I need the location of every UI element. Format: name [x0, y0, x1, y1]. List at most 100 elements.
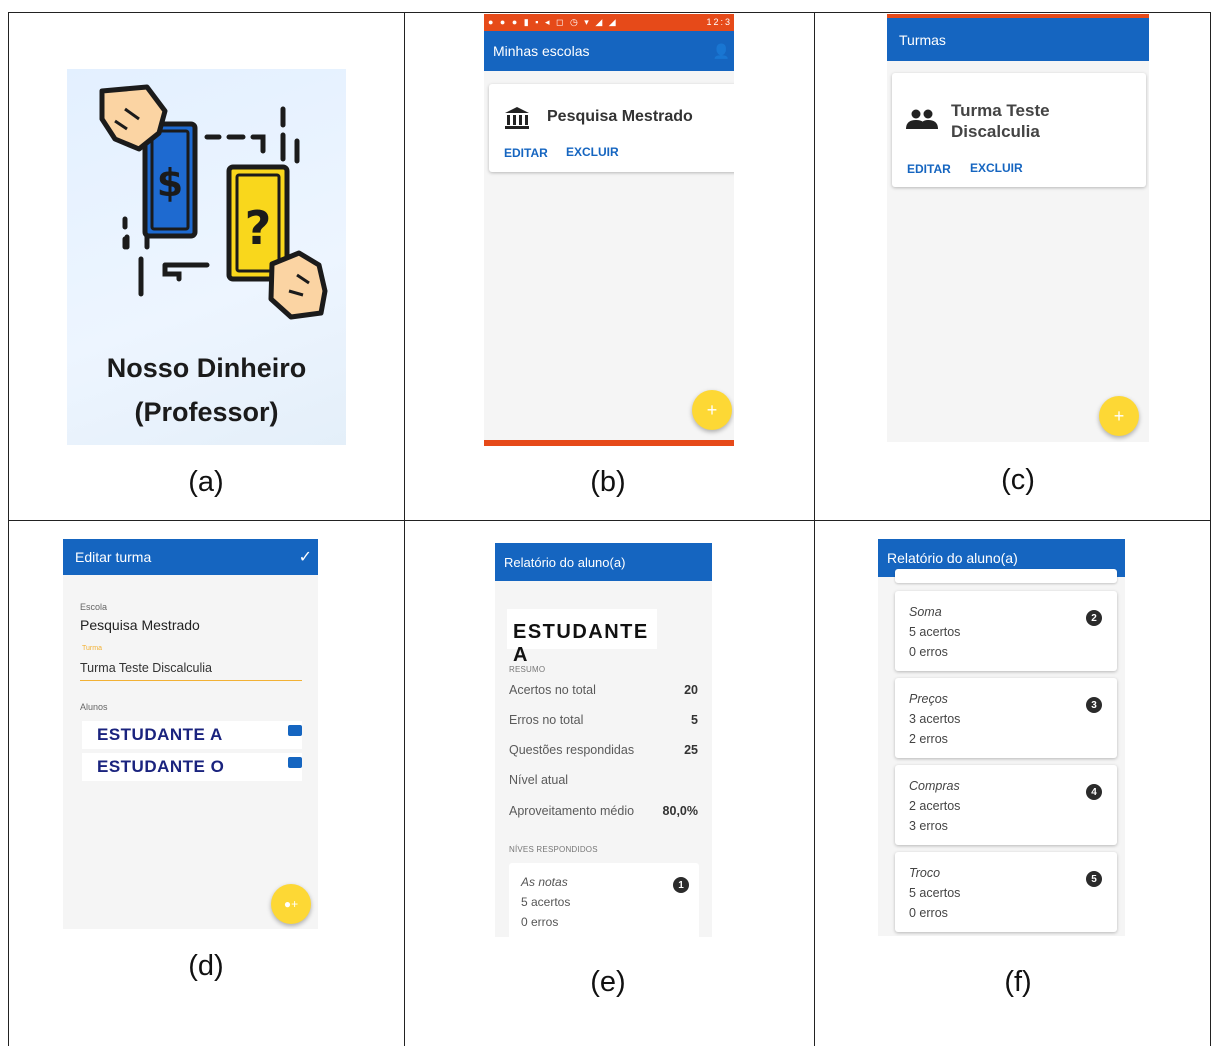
summary-row: Acertos no total 20: [509, 683, 698, 697]
grid-divider: [814, 12, 815, 1046]
student-row[interactable]: ESTUDANTE A: [82, 721, 302, 749]
summary-label: RESUMO: [509, 665, 546, 674]
class-card[interactable]: Turma Teste Discalculia EDITAR EXCLUIR: [892, 73, 1146, 187]
class-name-line1: Turma Teste: [951, 101, 1050, 120]
app-title-line1: Nosso Dinheiro: [106, 353, 307, 383]
student-name: ESTUDANTE O: [97, 757, 225, 776]
school-value: Pesquisa Mestrado: [80, 617, 200, 633]
class-name: Turma Teste Discalculia: [951, 100, 1050, 142]
students-label: Alunos: [80, 702, 108, 712]
appbar-title: Minhas escolas: [493, 43, 590, 59]
edit-button[interactable]: EDITAR: [907, 162, 951, 176]
screen-schools: ● ● ● ▮ ▪ ◂ ◻ ◷ ▾ ◢ ◢ 12:3 Minhas escola…: [484, 14, 734, 446]
appbar: Turmas: [887, 18, 1149, 61]
caption-f: (f): [1004, 966, 1032, 998]
svg-text:$: $: [157, 161, 183, 205]
level-name: Troco: [909, 866, 941, 880]
level-badge: 4: [1086, 784, 1102, 800]
add-school-button[interactable]: +: [692, 390, 732, 430]
appbar: Relatório do aluno(a): [495, 543, 712, 581]
school-name: Pesquisa Mestrado: [547, 108, 693, 125]
appbar: Editar turma ✓: [63, 539, 318, 575]
appbar-title: Editar turma: [75, 549, 152, 565]
confirm-check-icon[interactable]: ✓: [299, 547, 312, 567]
grid-divider: [8, 520, 1211, 521]
level-badge: 5: [1086, 871, 1102, 887]
level-name: Compras: [909, 779, 960, 793]
notification-icons: ● ● ● ▮ ▪ ◂ ◻ ◷ ▾ ◢ ◢: [488, 17, 618, 27]
appbar-title: Relatório do aluno(a): [504, 554, 626, 570]
student-row[interactable]: ESTUDANTE O: [82, 753, 302, 781]
levels-label: NÍVES RESPONDIDOS: [509, 845, 598, 854]
level-errors: 3 erros: [909, 819, 948, 833]
row-value: 5: [691, 713, 698, 727]
class-field-label: Turma: [82, 645, 102, 652]
level-errors: 0 erros: [909, 906, 948, 920]
student-name: ESTUDANTE A: [513, 621, 649, 666]
school-label: Escola: [80, 602, 108, 612]
level-correct: 2 acertos: [909, 799, 961, 813]
row-label: Aproveitamento médio: [509, 804, 635, 818]
appbar-title: Relatório do aluno(a): [887, 550, 1018, 566]
level-badge: 1: [673, 877, 689, 893]
level-name: Soma: [909, 605, 942, 619]
money-exchange-icon: $ ?: [99, 84, 328, 320]
appbar: Minhas escolas 👤: [484, 31, 734, 71]
caption-d: (d): [188, 950, 224, 982]
school-card[interactable]: Pesquisa Mestrado EDITAR EXCLUIR: [489, 84, 734, 172]
level-errors: 2 erros: [909, 732, 948, 746]
row-label: Questões respondidas: [509, 743, 635, 757]
level-errors: 0 erros: [909, 645, 948, 659]
student-report-icon[interactable]: [288, 725, 302, 736]
group-icon: [906, 109, 938, 129]
status-time: 12:3: [706, 17, 732, 27]
screen-student-report: Relatório do aluno(a) ESTUDANTE A RESUMO…: [495, 543, 712, 937]
add-class-button[interactable]: +: [1099, 396, 1139, 436]
summary-row: Erros no total 5: [509, 713, 698, 727]
caption-a: (a): [188, 466, 224, 498]
level-card: Soma 5 acertos 0 erros 2: [895, 591, 1117, 671]
level-card-clipped: [895, 569, 1117, 583]
level-correct: 5 acertos: [909, 886, 961, 900]
caption-e: (e): [590, 966, 626, 998]
level-name: As notas: [521, 875, 568, 889]
caption-c: (c): [1001, 464, 1035, 496]
caption-b: (b): [590, 466, 626, 498]
student-name: ESTUDANTE A: [97, 725, 223, 744]
delete-button[interactable]: EXCLUIR: [566, 145, 619, 159]
level-correct: 5 acertos: [521, 895, 571, 909]
bottom-bar: [484, 440, 734, 446]
summary-row: Questões respondidas 25: [509, 743, 698, 757]
level-card: Preços 3 acertos 2 erros 3: [895, 678, 1117, 758]
row-label: Nível atual: [509, 773, 569, 787]
row-label: Acertos no total: [509, 683, 596, 697]
level-errors: 0 erros: [521, 915, 559, 929]
student-report-icon[interactable]: [288, 757, 302, 768]
edit-button[interactable]: EDITAR: [504, 146, 548, 160]
student-name-box: ESTUDANTE A: [507, 609, 657, 666]
level-card: Compras 2 acertos 3 erros 4: [895, 765, 1117, 845]
app-logo-panel: $ ? Nosso Dinheiro (Professor): [67, 69, 346, 445]
screen-edit-class: Editar turma ✓ Escola Pesquisa Mestrado …: [63, 539, 318, 929]
class-name-line2: Discalculia: [951, 122, 1040, 141]
level-name: Preços: [909, 692, 948, 706]
add-student-button[interactable]: ●+: [271, 884, 311, 924]
add-person-icon: ●+: [283, 897, 299, 911]
status-bar: ● ● ● ▮ ▪ ◂ ◻ ◷ ▾ ◢ ◢ 12:3: [484, 14, 734, 31]
row-value: 80,0%: [662, 804, 698, 818]
row-label: Erros no total: [509, 713, 584, 727]
row-value: 20: [684, 683, 698, 697]
summary-row: Aproveitamento médio 80,0%: [509, 804, 698, 818]
delete-button[interactable]: EXCLUIR: [970, 161, 1023, 175]
level-correct: 5 acertos: [909, 625, 961, 639]
level-badge: 2: [1086, 610, 1102, 626]
school-building-icon: [505, 107, 529, 129]
class-name-input[interactable]: Turma Teste Discalculia: [80, 661, 302, 681]
svg-text:?: ?: [245, 201, 272, 255]
level-card: Troco 5 acertos 0 erros 5: [895, 852, 1117, 932]
add-user-icon[interactable]: 👤: [713, 43, 730, 60]
level-correct: 3 acertos: [909, 712, 961, 726]
appbar-title: Turmas: [899, 31, 946, 48]
grid-divider: [404, 12, 405, 1046]
summary-row: Nível atual: [509, 773, 698, 787]
